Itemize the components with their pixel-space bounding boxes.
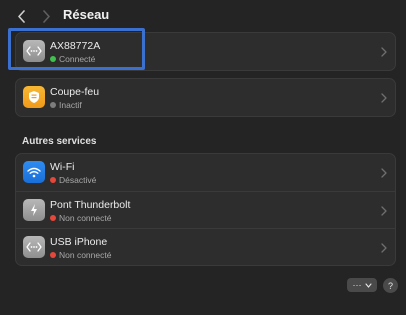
status-dot-icon <box>50 102 56 108</box>
chevron-right-icon <box>381 47 387 57</box>
back-button[interactable] <box>11 6 31 26</box>
firewall-icon <box>23 86 45 108</box>
service-name: Coupe-feu <box>50 86 100 98</box>
service-row-wifi[interactable]: Wi‑Fi Désactivé <box>16 154 395 191</box>
status-text: Non connecté <box>59 250 112 260</box>
help-button[interactable]: ? <box>383 278 398 293</box>
more-label: ··· <box>352 280 362 290</box>
network-settings-window: Réseau AX88772A Connecté Coupe-feu Inact… <box>0 0 406 315</box>
wifi-icon <box>23 161 45 183</box>
selection-highlight <box>8 28 145 70</box>
service-name: Pont Thunderbolt <box>50 199 131 211</box>
chevron-right-icon <box>381 206 387 216</box>
chevron-right-icon <box>381 168 387 178</box>
status-dot-icon <box>50 252 56 258</box>
chevron-down-icon <box>364 282 372 288</box>
service-name: USB iPhone <box>50 236 108 248</box>
service-status: Non connecté <box>50 213 111 223</box>
chevron-right-icon <box>42 9 50 23</box>
section-header-other-services: Autres services <box>22 136 97 147</box>
chevron-left-icon <box>17 9 25 23</box>
status-text: Inactif <box>59 100 82 110</box>
forward-button[interactable] <box>36 6 56 26</box>
more-actions-button[interactable]: ··· <box>347 278 377 292</box>
chevron-right-icon <box>381 243 387 253</box>
status-dot-icon <box>50 177 56 183</box>
usb-iphone-icon <box>23 236 45 258</box>
thunderbolt-icon <box>23 199 45 221</box>
service-row-thunderbolt-bridge[interactable]: Pont Thunderbolt Non connecté <box>16 191 395 228</box>
service-status: Non connecté <box>50 250 111 260</box>
help-icon: ? <box>387 280 393 291</box>
service-status: Désactivé <box>50 175 96 185</box>
chevron-right-icon <box>381 93 387 103</box>
status-text: Non connecté <box>59 213 112 223</box>
page-title: Réseau <box>63 7 110 22</box>
service-row-coupe-feu[interactable]: Coupe-feu Inactif <box>16 79 395 116</box>
service-status: Inactif <box>50 100 82 110</box>
status-dot-icon <box>50 215 56 221</box>
service-row-usb-iphone[interactable]: USB iPhone Non connecté <box>16 228 395 265</box>
service-name: Wi‑Fi <box>50 161 75 173</box>
status-text: Désactivé <box>59 175 97 185</box>
other-services-card: Wi‑Fi Désactivé Pont Thunderbolt Non con… <box>15 153 396 266</box>
service-card-firewall: Coupe-feu Inactif <box>15 78 396 117</box>
